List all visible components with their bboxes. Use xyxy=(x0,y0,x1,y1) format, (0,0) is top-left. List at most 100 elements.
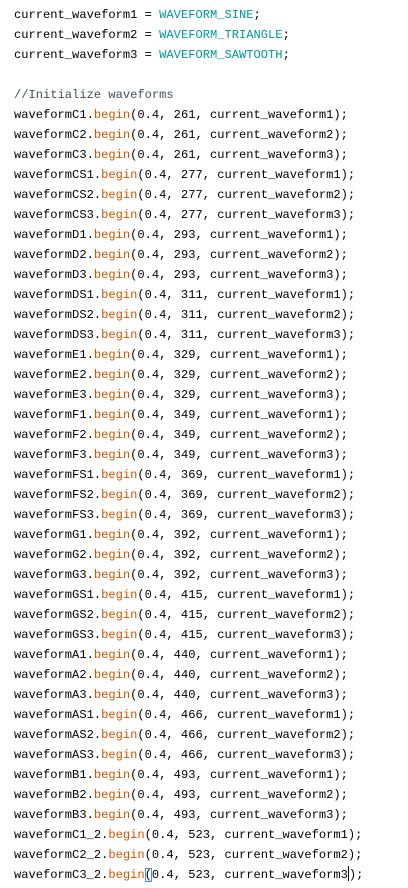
method-name: begin xyxy=(93,388,131,402)
code-line-begin-call[interactable]: waveformD3.begin(0.4, 293, current_wavef… xyxy=(14,265,363,285)
method-name: begin xyxy=(101,308,138,322)
code-line-begin-call[interactable]: waveformF1.begin(0.4, 349, current_wavef… xyxy=(14,405,363,425)
code-line-begin-call[interactable]: waveformG1.begin(0.4, 392, current_wavef… xyxy=(14,525,363,545)
code-line-begin-call[interactable]: waveformC2.begin(0.4, 261, current_wavef… xyxy=(14,125,363,145)
code-line-begin-call[interactable]: waveformFS3.begin(0.4, 369, current_wave… xyxy=(14,505,363,525)
code-line-begin-call[interactable]: waveformDS3.begin(0.4, 311, current_wave… xyxy=(14,325,363,345)
object-name: waveformC2_2. xyxy=(14,848,109,862)
call-arguments: (0.4, 466, current_waveform2); xyxy=(137,728,356,742)
code-line-blank[interactable] xyxy=(14,65,363,85)
code-line-begin-call[interactable]: waveformGS1.begin(0.4, 415, current_wave… xyxy=(14,585,363,605)
method-name: begin xyxy=(93,568,131,582)
code-line-begin-call[interactable]: waveformF2.begin(0.4, 349, current_wavef… xyxy=(14,425,363,445)
code-line-begin-call[interactable]: waveformE3.begin(0.4, 329, current_wavef… xyxy=(14,385,363,405)
code-line-begin-call[interactable]: waveformE2.begin(0.4, 329, current_wavef… xyxy=(14,365,363,385)
call-arguments: (0.4, 493, current_waveform2); xyxy=(130,788,348,802)
code-line-begin-call[interactable]: waveformGS2.begin(0.4, 415, current_wave… xyxy=(14,605,363,625)
call-arguments: (0.4, 293, current_waveform2); xyxy=(130,248,348,262)
code-line-begin-call[interactable]: waveformB2.begin(0.4, 493, current_wavef… xyxy=(14,785,363,805)
method-name: begin xyxy=(108,848,145,862)
call-arguments: (0.4, 277, current_waveform2); xyxy=(137,188,356,202)
call-arguments: (0.4, 466, current_waveform1); xyxy=(137,708,356,722)
call-arguments: (0.4, 415, current_waveform1); xyxy=(137,588,356,602)
code-area[interactable]: current_waveform1 = WAVEFORM_SINE; curren… xyxy=(14,5,363,885)
call-arguments: (0.4, 523, current_waveform1); xyxy=(144,828,363,842)
code-line-begin-call[interactable]: waveformG2.begin(0.4, 392, current_wavef… xyxy=(14,545,363,565)
code-line-assignment[interactable]: current_waveform3 = WAVEFORM_SAWTOOTH; xyxy=(14,45,363,65)
code-line-begin-call[interactable]: waveformB3.begin(0.4, 493, current_wavef… xyxy=(14,805,363,825)
code-line-begin-call[interactable]: waveformC1.begin(0.4, 261, current_wavef… xyxy=(14,105,363,125)
code-line-begin-call[interactable]: waveformAS1.begin(0.4, 466, current_wave… xyxy=(14,705,363,725)
call-arguments: (0.4, 261, current_waveform3); xyxy=(130,148,348,162)
method-name: begin xyxy=(101,728,138,742)
method-name: begin xyxy=(93,268,131,282)
call-arguments: (0.4, 440, current_waveform3); xyxy=(130,688,348,702)
object-name: waveformE3. xyxy=(14,388,94,402)
method-name: begin xyxy=(101,468,138,482)
call-arguments: (0.4, 392, current_waveform3); xyxy=(130,568,348,582)
code-line-begin-call[interactable]: waveformE1.begin(0.4, 329, current_wavef… xyxy=(14,345,363,365)
code-line-begin-call[interactable]: waveformC3.begin(0.4, 261, current_wavef… xyxy=(14,145,363,165)
code-line-begin-call[interactable]: waveformG3.begin(0.4, 392, current_wavef… xyxy=(14,565,363,585)
code-line-begin-call[interactable]: waveformC3_2.begin(0.4, 523, current_wav… xyxy=(14,865,363,885)
code-line-begin-call[interactable]: waveformGS3.begin(0.4, 415, current_wave… xyxy=(14,625,363,645)
call-arguments: (0.4, 440, current_waveform2); xyxy=(130,668,348,682)
call-arguments: (0.4, 329, current_waveform1); xyxy=(130,348,348,362)
object-name: waveformC1_2. xyxy=(14,828,109,842)
code-line-begin-call[interactable]: waveformA3.begin(0.4, 440, current_wavef… xyxy=(14,685,363,705)
call-arguments: (0.4, 523, current_waveform2); xyxy=(144,848,363,862)
method-name: begin xyxy=(93,448,131,462)
call-arguments-end: ); xyxy=(348,868,364,882)
code-line-assignment[interactable]: current_waveform2 = WAVEFORM_TRIANGLE; xyxy=(14,25,363,45)
code-line-begin-call[interactable]: waveformA1.begin(0.4, 440, current_wavef… xyxy=(14,645,363,665)
code-line-begin-call[interactable]: waveformA2.begin(0.4, 440, current_wavef… xyxy=(14,665,363,685)
code-line-begin-call[interactable]: waveformF3.begin(0.4, 349, current_wavef… xyxy=(14,445,363,465)
code-line-begin-call[interactable]: waveformC2_2.begin(0.4, 523, current_wav… xyxy=(14,845,363,865)
object-name: waveformA1. xyxy=(14,648,94,662)
statement-end: ; xyxy=(282,28,290,42)
code-line-assignment[interactable]: current_waveform1 = WAVEFORM_SINE; xyxy=(14,5,363,25)
method-name: begin xyxy=(101,188,138,202)
variable-name: current_waveform3 xyxy=(14,48,138,62)
code-line-begin-call[interactable]: waveformB1.begin(0.4, 493, current_wavef… xyxy=(14,765,363,785)
call-arguments: (0.4, 329, current_waveform3); xyxy=(130,388,348,402)
object-name: waveformCS2. xyxy=(14,188,102,202)
object-name: waveformAS3. xyxy=(14,748,102,762)
method-name: begin xyxy=(101,628,138,642)
code-line-begin-call[interactable]: waveformCS3.begin(0.4, 277, current_wave… xyxy=(14,205,363,225)
code-line-begin-call[interactable]: waveformC1_2.begin(0.4, 523, current_wav… xyxy=(14,825,363,845)
object-name: waveformFS2. xyxy=(14,488,102,502)
code-line-begin-call[interactable]: waveformDS1.begin(0.4, 311, current_wave… xyxy=(14,285,363,305)
object-name: waveformDS1. xyxy=(14,288,102,302)
code-line-begin-call[interactable]: waveformCS2.begin(0.4, 277, current_wave… xyxy=(14,185,363,205)
code-line-comment[interactable]: //Initialize waveforms xyxy=(14,85,363,105)
code-line-begin-call[interactable]: waveformAS2.begin(0.4, 466, current_wave… xyxy=(14,725,363,745)
object-name: waveformC1. xyxy=(14,108,94,122)
code-line-begin-call[interactable]: waveformD2.begin(0.4, 293, current_wavef… xyxy=(14,245,363,265)
call-arguments: (0.4, 311, current_waveform2); xyxy=(137,308,356,322)
code-line-begin-call[interactable]: waveformDS2.begin(0.4, 311, current_wave… xyxy=(14,305,363,325)
code-line-begin-call[interactable]: waveformFS2.begin(0.4, 369, current_wave… xyxy=(14,485,363,505)
code-line-begin-call[interactable]: waveformFS1.begin(0.4, 369, current_wave… xyxy=(14,465,363,485)
code-editor[interactable]: current_waveform1 = WAVEFORM_SINE; curren… xyxy=(0,0,408,888)
call-arguments: (0.4, 466, current_waveform3); xyxy=(137,748,356,762)
object-name: waveformB1. xyxy=(14,768,94,782)
method-name: begin xyxy=(101,168,138,182)
method-name: begin xyxy=(93,348,131,362)
object-name: waveformG3. xyxy=(14,568,94,582)
code-line-begin-call[interactable]: waveformAS3.begin(0.4, 466, current_wave… xyxy=(14,745,363,765)
code-line-begin-call[interactable]: waveformCS1.begin(0.4, 277, current_wave… xyxy=(14,165,363,185)
code-line-begin-call[interactable]: waveformD1.begin(0.4, 293, current_wavef… xyxy=(14,225,363,245)
call-arguments: (0.4, 293, current_waveform1); xyxy=(130,228,348,242)
call-arguments: (0.4, 392, current_waveform1); xyxy=(130,528,348,542)
method-name: begin xyxy=(108,868,145,882)
method-name: begin xyxy=(93,408,131,422)
object-name: waveformF2. xyxy=(14,428,94,442)
method-name: begin xyxy=(101,608,138,622)
operator: = xyxy=(137,28,160,42)
object-name: waveformB3. xyxy=(14,808,94,822)
call-arguments: (0.4, 311, current_waveform3); xyxy=(137,328,356,342)
method-name: begin xyxy=(101,708,138,722)
call-arguments: (0.4, 277, current_waveform3); xyxy=(137,208,356,222)
object-name: waveformDS2. xyxy=(14,308,102,322)
